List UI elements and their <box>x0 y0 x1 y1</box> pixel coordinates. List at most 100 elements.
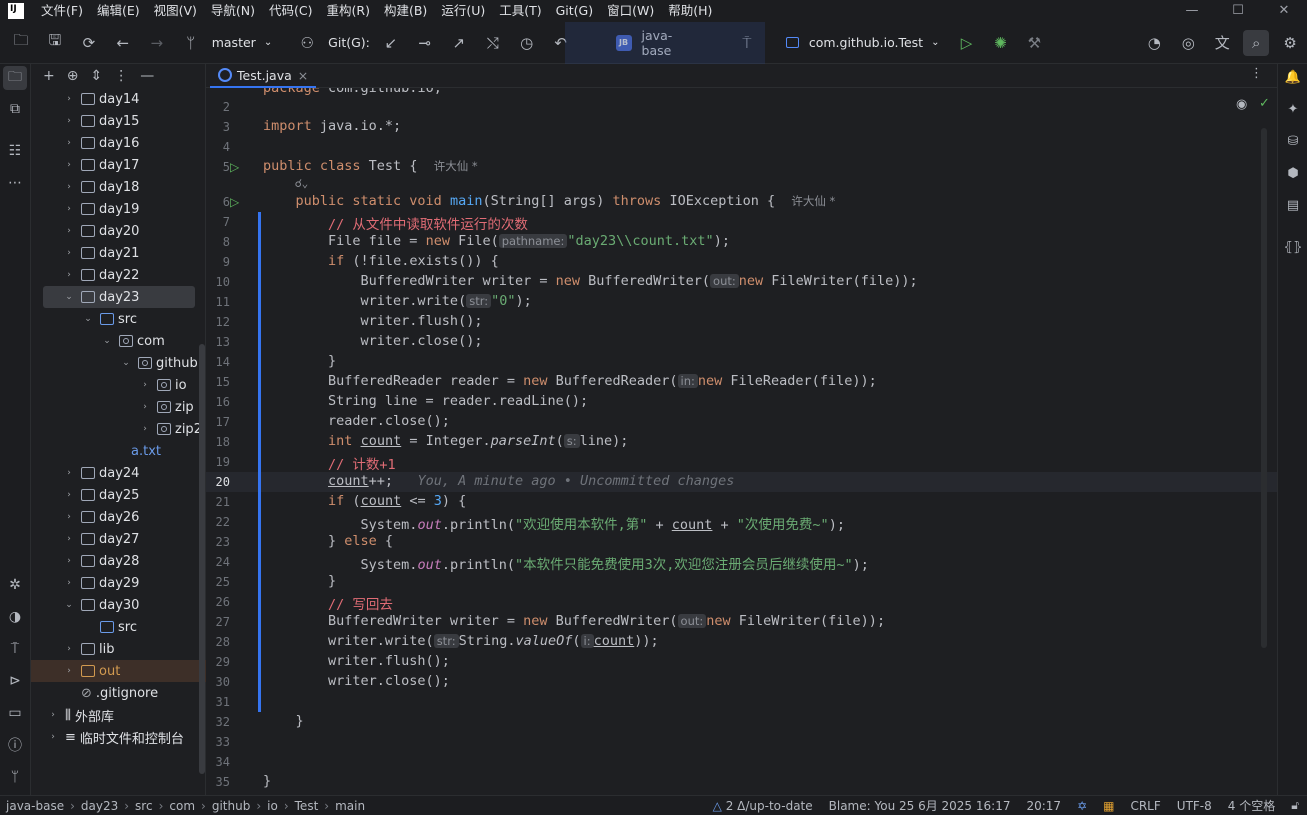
close-tab-icon[interactable]: × <box>298 68 308 83</box>
tree-item[interactable]: › day19 <box>31 198 206 220</box>
ai-status-icon[interactable]: ✡ <box>1077 799 1087 813</box>
vcs-status[interactable]: △ 2 Δ/up-to-date <box>713 799 813 813</box>
settings-gear-icon[interactable]: ⚙ <box>1277 30 1303 56</box>
options-icon[interactable]: ⋮ <box>114 68 128 84</box>
more-tools-icon[interactable]: ⋯ <box>3 171 27 195</box>
tree-item[interactable]: › io <box>31 374 206 396</box>
chevron-icon[interactable]: ⌄ <box>120 358 132 368</box>
profiler-tool-icon[interactable]: ◑ <box>3 605 27 629</box>
document-icon[interactable]: ▤ <box>1282 194 1304 216</box>
chevron-icon[interactable]: › <box>63 534 75 544</box>
tree-item[interactable]: ⌄ day23 <box>43 286 195 308</box>
tree-item[interactable]: › day16 <box>31 132 206 154</box>
breadcrumb-item[interactable]: Test <box>295 799 319 813</box>
add-icon[interactable]: + <box>43 68 55 84</box>
update-icon[interactable]: ↙ <box>378 30 404 56</box>
breadcrumb-item[interactable]: com <box>169 799 195 813</box>
chevron-icon[interactable]: › <box>63 644 75 654</box>
tree-item[interactable]: › day18 <box>31 176 206 198</box>
tree-item[interactable]: › zip2 <box>31 418 206 440</box>
chevron-icon[interactable]: › <box>63 270 75 280</box>
tree-item[interactable]: › day25 <box>31 484 206 506</box>
menu-item[interactable]: 运行(U) <box>434 0 492 22</box>
tree-item[interactable]: › day28 <box>31 550 206 572</box>
menu-item[interactable]: 文件(F) <box>34 0 90 22</box>
notifications-icon[interactable]: 🔔 <box>1282 66 1304 88</box>
minimize-icon[interactable]: — <box>1169 0 1215 22</box>
tree-item[interactable]: › day20 <box>31 220 206 242</box>
plugin-tool-icon[interactable]: ⬢ <box>1282 162 1304 184</box>
file-encoding[interactable]: UTF-8 <box>1177 799 1212 813</box>
save-icon[interactable]: 🖫 <box>42 30 68 56</box>
tree-item[interactable]: › day15 <box>31 110 206 132</box>
run-main-icon[interactable]: ▷ <box>230 195 239 209</box>
chevron-icon[interactable]: › <box>63 512 75 522</box>
tab-test-java[interactable]: Test.java × <box>210 64 317 88</box>
breadcrumb-item[interactable]: main <box>335 799 365 813</box>
run-icon[interactable]: ▷ <box>953 30 979 56</box>
chevron-icon[interactable]: ⌄ <box>82 314 94 324</box>
breadcrumb-item[interactable]: github <box>212 799 250 813</box>
chevron-icon[interactable]: › <box>47 710 59 720</box>
tree-item[interactable]: › ≡ 临时文件和控制台 <box>31 726 206 748</box>
tree-item[interactable]: › day14 <box>31 88 206 110</box>
menu-item[interactable]: 窗口(W) <box>600 0 661 22</box>
back-arrow-icon[interactable]: ← <box>110 30 136 56</box>
tree-item[interactable]: › day24 <box>31 462 206 484</box>
tree-item[interactable]: › lib <box>31 638 206 660</box>
breadcrumb-item[interactable]: java-base <box>6 799 64 813</box>
search-icon[interactable]: ⌕ <box>1243 29 1270 56</box>
indent-setting[interactable]: 4 个空格 <box>1228 797 1275 814</box>
run-tool-icon[interactable]: ⊳ <box>3 669 27 693</box>
chevron-icon[interactable]: ⌄ <box>63 292 75 302</box>
problems-icon[interactable]: ⓘ <box>3 733 27 757</box>
history-icon[interactable]: ◷ <box>514 30 540 56</box>
sync-icon[interactable]: ⟳ <box>76 30 102 56</box>
tree-item[interactable]: › day22 <box>31 264 206 286</box>
gradle-icon[interactable]: ⦃⦄ <box>1282 236 1304 258</box>
chevron-icon[interactable]: › <box>139 402 151 412</box>
breadcrumb-item[interactable]: src <box>135 799 153 813</box>
chevron-icon[interactable]: › <box>47 732 59 742</box>
code-editor[interactable]: 2 3 4 5 6 7 8 9 10 11 12 13 14 15 16 17 18 19 20 21 22 23 24 25… <box>206 88 1277 795</box>
ai-assistant-icon[interactable]: ✦ <box>1282 98 1304 120</box>
chevron-icon[interactable]: › <box>63 138 75 148</box>
menu-item[interactable]: 代码(C) <box>262 0 319 22</box>
chevron-icon[interactable]: › <box>139 380 151 390</box>
reader-mode-eye-icon[interactable]: ◉ <box>1236 97 1247 112</box>
project-tool-icon[interactable]: 🗀 <box>3 66 27 90</box>
breadcrumb-item[interactable]: io <box>267 799 278 813</box>
menu-item[interactable]: 构建(B) <box>377 0 434 22</box>
tree-item[interactable]: ⌄ day30 <box>31 594 206 616</box>
inspection-ok-icon[interactable]: ✓ <box>1259 96 1270 111</box>
commit-icon[interactable]: ⊸ <box>412 30 438 56</box>
chevron-icon[interactable]: › <box>63 160 75 170</box>
tree-item[interactable]: src <box>31 616 206 638</box>
chevron-icon[interactable]: › <box>139 424 151 434</box>
tree-item[interactable]: › day29 <box>31 572 206 594</box>
line-separator[interactable]: CRLF <box>1130 799 1160 813</box>
chevron-icon[interactable]: ⌄ <box>63 600 75 610</box>
git-tool-icon[interactable]: ᛘ <box>3 765 27 789</box>
structure-tool-icon[interactable]: ☷ <box>3 139 27 163</box>
forward-arrow-icon[interactable]: → <box>144 30 170 56</box>
tree-item[interactable]: ⊘ .gitignore <box>31 682 206 704</box>
locate-icon[interactable]: ⊕ <box>67 68 79 84</box>
maximize-icon[interactable]: ☐ <box>1215 0 1261 22</box>
copilot-icon[interactable]: ◎ <box>1175 30 1201 56</box>
run-class-icon[interactable]: ▷ <box>230 160 239 174</box>
blame-status[interactable]: Blame: You 25 6月 2025 16:17 <box>829 797 1011 814</box>
expand-collapse-icon[interactable]: ⇕ <box>90 68 102 84</box>
chevron-icon[interactable]: › <box>63 578 75 588</box>
tree-item[interactable]: ⌄ github <box>31 352 206 374</box>
breadcrumb-item[interactable]: day23 <box>81 799 118 813</box>
tree-item[interactable]: › out <box>31 660 206 682</box>
tree-item[interactable]: › day26 <box>31 506 206 528</box>
commit-tool-icon[interactable]: ⧉ <box>3 97 27 121</box>
tab-options-icon[interactable]: ⋮ <box>1250 66 1263 81</box>
tree-item[interactable]: ⌄ src <box>31 308 206 330</box>
chevron-icon[interactable]: › <box>63 204 75 214</box>
merge-icon[interactable]: ⤭ <box>480 30 506 56</box>
chevron-icon[interactable]: › <box>63 226 75 236</box>
tree-item[interactable]: › ⫼ 外部库 <box>31 704 206 726</box>
